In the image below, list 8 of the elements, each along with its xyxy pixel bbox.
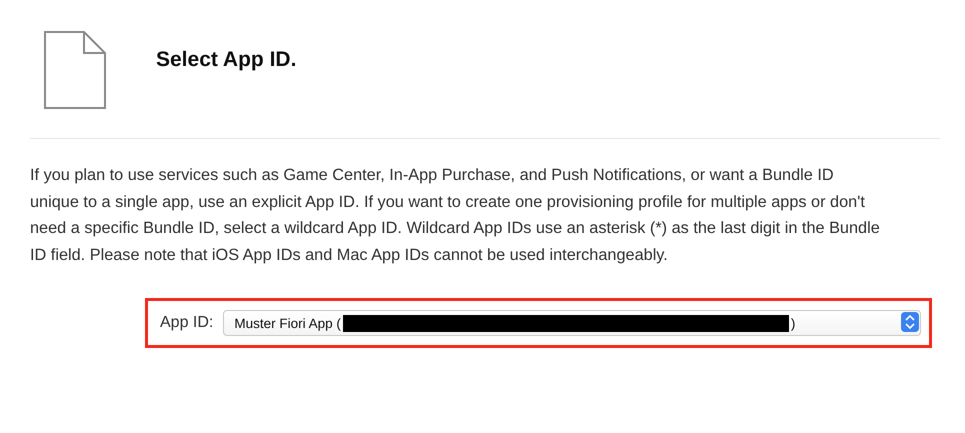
description-text: If you plan to use services such as Game Center, In-App Purchase, and Push Notifications, or want a Bundle ID unique to a single app, use an explicit App ID. If you want to create one provisioning profile for multiple apps or don't need a specific Bundle ID, select a wildcard App ID. Wildcard App IDs use an asterisk (*) as the last digit in the Bundle ID field. Please note that iOS App IDs and Mac App IDs cannot be used interchangeably. bbox=[30, 165, 880, 266]
field-label: App ID: bbox=[160, 314, 214, 332]
app-id-select[interactable]: Muster Fiori App ( ) bbox=[223, 310, 921, 336]
page-title: Select App ID. bbox=[156, 48, 296, 72]
select-value: Muster Fiori App ( bbox=[234, 316, 341, 330]
document-icon bbox=[44, 31, 106, 109]
stepper-icon bbox=[901, 312, 919, 332]
select-value-end: ) bbox=[790, 316, 796, 330]
